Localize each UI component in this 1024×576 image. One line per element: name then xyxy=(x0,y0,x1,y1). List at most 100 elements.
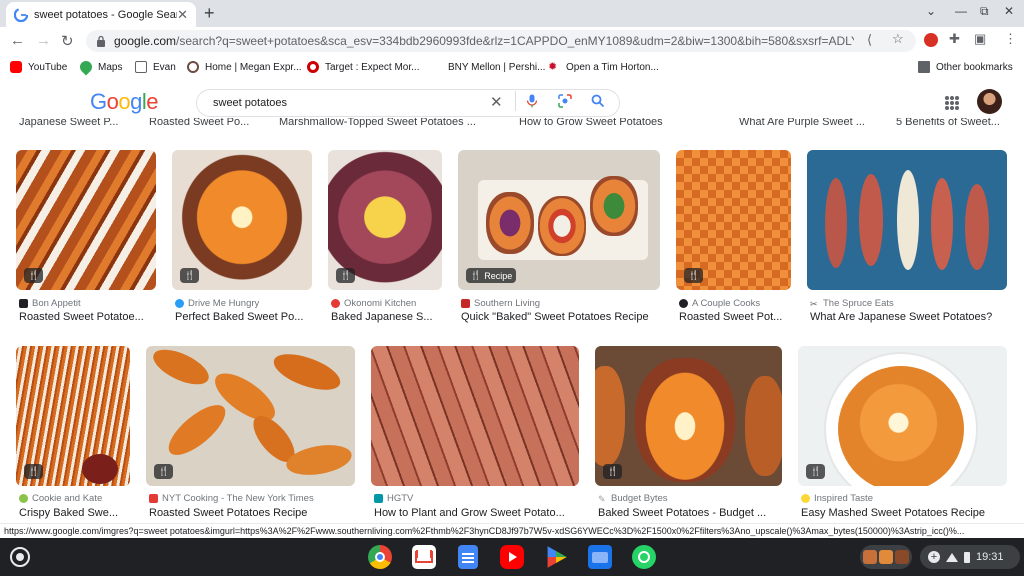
source-icon xyxy=(149,494,158,503)
share-icon[interactable]: ⟨ xyxy=(867,32,872,48)
restore-icon[interactable]: ⧉ xyxy=(980,4,989,19)
google-apps-icon[interactable] xyxy=(945,96,959,110)
whatsapp-icon[interactable] xyxy=(632,545,656,569)
avatar[interactable] xyxy=(977,89,1002,114)
tab-active[interactable]: sweet potatoes - Google Search ✕ xyxy=(6,2,196,27)
result-title[interactable]: Roasted Sweet Potatoes Recipe xyxy=(149,507,356,519)
search-icon[interactable] xyxy=(591,94,605,108)
bookmark-star-icon[interactable]: ☆ xyxy=(892,31,904,47)
result-title[interactable]: Quick "Baked" Sweet Potatoes Recipe xyxy=(461,311,661,323)
clear-search-icon[interactable]: ✕ xyxy=(490,93,503,111)
result-title[interactable]: What Are Japanese Sweet Potatoes? xyxy=(810,311,1008,323)
menu-kebab-icon[interactable]: ⋮ xyxy=(1004,31,1017,47)
bookmark-bny[interactable]: BNY Mellon | Pershi... xyxy=(430,61,545,73)
fork-knife-icon: 🍴 xyxy=(470,270,482,280)
thumbnail-icon xyxy=(879,550,893,564)
source-icon xyxy=(175,299,184,308)
reload-icon[interactable]: ↻ xyxy=(61,32,74,50)
result-title[interactable]: Perfect Baked Sweet Po... xyxy=(175,311,313,323)
caption[interactable]: Roasted Sweet Po... xyxy=(149,118,249,128)
tab-close-icon[interactable]: ✕ xyxy=(177,7,188,23)
fork-knife-icon: 🍴 xyxy=(810,466,822,476)
tab-search-icon[interactable]: ⌄ xyxy=(926,4,936,18)
google-logo[interactable]: Google xyxy=(90,89,159,115)
bookmark-youtube[interactable]: YouTube xyxy=(10,61,67,73)
recipe-badge: 🍴 xyxy=(603,464,623,479)
lock-icon xyxy=(97,35,105,47)
circle-logo-icon xyxy=(187,61,199,73)
youtube-icon[interactable] xyxy=(500,545,524,569)
search-box[interactable]: sweet potatoes xyxy=(196,89,620,117)
thumbnail-icon xyxy=(895,550,909,564)
maps-pin-icon xyxy=(77,58,95,76)
close-window-icon[interactable]: ✕ xyxy=(1004,4,1014,18)
result-title[interactable]: Roasted Sweet Pot... xyxy=(679,311,792,323)
result-thumbnail[interactable]: 🍴 xyxy=(16,150,156,290)
result-thumbnail[interactable]: 🍴 Recipe xyxy=(458,150,660,290)
source-name: Budget Bytes xyxy=(611,493,668,504)
fork-knife-icon: 🍴 xyxy=(688,270,700,280)
side-panel-icon[interactable]: ▣ xyxy=(974,31,986,47)
caption[interactable]: Marshmallow-Topped Sweet Potatoes ... xyxy=(279,118,476,128)
new-tab-button[interactable]: + xyxy=(204,3,215,24)
recipe-badge: 🍴 Recipe xyxy=(466,268,517,283)
source-icon xyxy=(19,494,28,503)
source-icon xyxy=(801,494,810,503)
result-title[interactable]: How to Plant and Grow Sweet Potato... xyxy=(374,507,580,519)
extensions-puzzle-icon[interactable]: ✚ xyxy=(949,31,960,47)
lens-icon[interactable] xyxy=(558,94,572,108)
source-name: Okonomi Kitchen xyxy=(344,298,417,309)
result-thumbnail[interactable]: 🍴 xyxy=(146,346,355,486)
result-thumbnail[interactable]: 🍴 xyxy=(595,346,782,486)
fork-knife-icon: 🍴 xyxy=(184,270,196,280)
files-icon[interactable] xyxy=(588,545,612,569)
holding-space[interactable] xyxy=(860,545,912,569)
result-title[interactable]: Roasted Sweet Potatoe... xyxy=(19,311,157,323)
wifi-icon xyxy=(946,552,958,562)
forward-icon[interactable]: → xyxy=(36,32,51,49)
play-store-icon[interactable] xyxy=(547,546,567,568)
result-thumbnail[interactable]: 🍴 xyxy=(16,346,130,486)
result-thumbnail[interactable] xyxy=(807,150,1007,290)
recipe-badge: 🍴 xyxy=(684,268,704,283)
recipe-badge: 🍴 xyxy=(180,268,200,283)
tab-title: sweet potatoes - Google Search xyxy=(34,8,178,21)
extension-icon[interactable] xyxy=(924,33,938,47)
source-name: A Couple Cooks xyxy=(692,298,761,309)
fork-knife-icon: 🍴 xyxy=(607,466,619,476)
result-title[interactable]: Baked Japanese S... xyxy=(331,311,443,323)
minimize-icon[interactable]: — xyxy=(955,4,967,18)
microphone-icon[interactable] xyxy=(526,94,538,108)
result-title[interactable]: Easy Mashed Sweet Potatoes Recipe xyxy=(801,507,1008,519)
caption[interactable]: 5 Benefits of Sweet... xyxy=(896,118,1000,128)
caption[interactable]: What Are Purple Sweet ... xyxy=(739,118,865,128)
recipe-badge: 🍴 xyxy=(806,464,826,479)
chrome-icon[interactable] xyxy=(368,545,392,569)
caption[interactable]: Japanese Sweet P... xyxy=(19,118,118,128)
bookmark-evan[interactable]: Evan xyxy=(135,61,176,73)
result-thumbnail[interactable]: 🍴 xyxy=(676,150,791,290)
launcher-icon[interactable] xyxy=(10,547,30,567)
bookmark-maps[interactable]: Maps xyxy=(77,58,122,76)
bookmark-megan[interactable]: Home | Megan Expr... xyxy=(187,61,302,73)
google-header: Google sweet potatoes ✕ xyxy=(0,79,1024,123)
source-icon: ✂ xyxy=(810,299,818,309)
back-icon[interactable]: ← xyxy=(10,32,25,49)
result-thumbnail[interactable]: 🍴 xyxy=(798,346,1007,486)
bookmark-target[interactable]: Target : Expect Mor... xyxy=(307,61,419,73)
result-title[interactable]: Baked Sweet Potatoes - Budget ... xyxy=(598,507,783,519)
address-bar[interactable]: google.com/search?q=sweet+potatoes&sca_e… xyxy=(86,30,916,52)
gmail-icon[interactable] xyxy=(412,545,436,569)
result-title[interactable]: Crispy Baked Swe... xyxy=(19,507,131,519)
status-tray[interactable]: + 19:31 xyxy=(920,545,1020,569)
result-thumbnail[interactable]: 🍴 xyxy=(172,150,312,290)
source-icon xyxy=(374,494,383,503)
result-thumbnail[interactable] xyxy=(371,346,579,486)
caption[interactable]: How to Grow Sweet Potatoes xyxy=(519,118,663,128)
other-bookmarks[interactable]: Other bookmarks xyxy=(918,61,1013,73)
bookmark-tim-hortons[interactable]: ✹ Open a Tim Horton... xyxy=(548,61,659,73)
divider xyxy=(515,91,516,111)
source-icon xyxy=(679,299,688,308)
docs-icon[interactable] xyxy=(458,545,478,569)
result-thumbnail[interactable]: 🍴 xyxy=(328,150,442,290)
